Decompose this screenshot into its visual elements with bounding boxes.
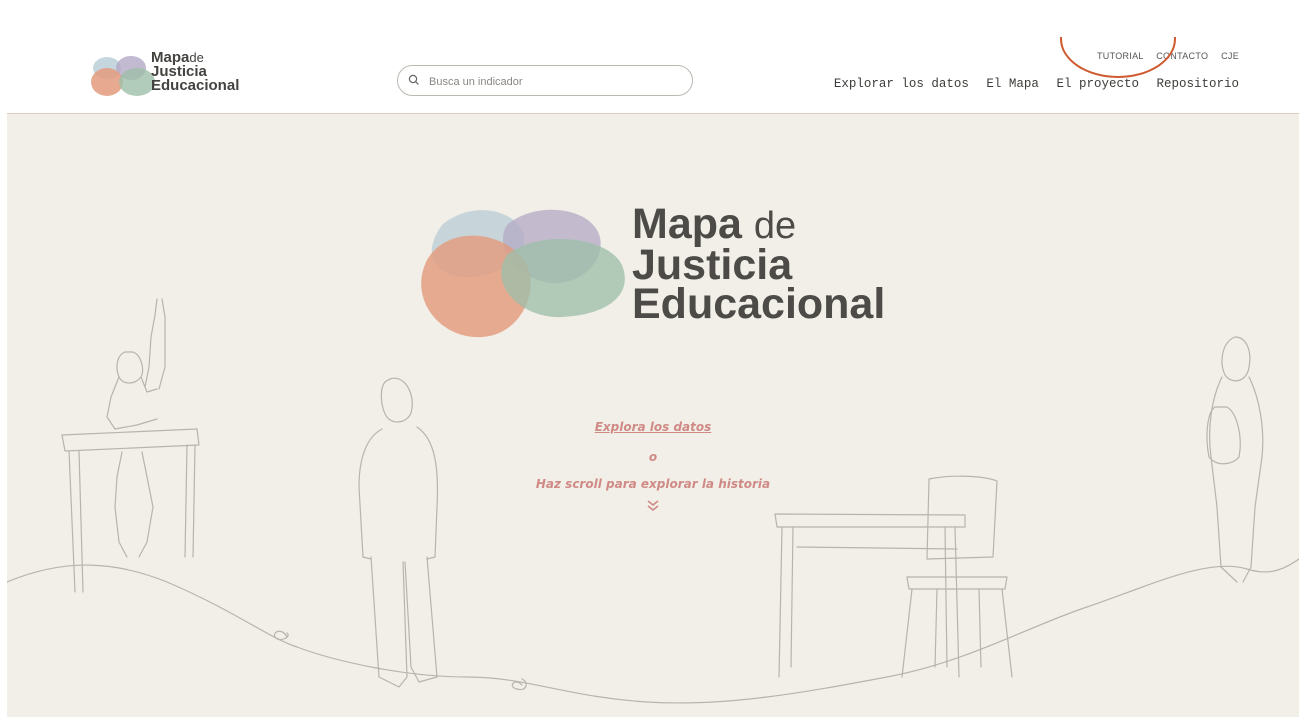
cta-scroll-text: Haz scroll para explorar la historia: [535, 477, 771, 491]
nav-repositorio[interactable]: Repositorio: [1156, 77, 1239, 91]
nav-el-proyecto[interactable]: El proyecto: [1056, 77, 1139, 91]
cta-or-text: o: [648, 450, 658, 464]
search-icon: [408, 74, 419, 85]
site-header: Mapade Justicia Educacional TUTORIAL CON…: [7, 37, 1299, 114]
illustration-scene: [7, 298, 1299, 704]
nav-el-mapa[interactable]: El Mapa: [986, 77, 1039, 91]
link-contacto[interactable]: CONTACTO: [1156, 51, 1208, 61]
site-logo[interactable]: Mapade Justicia Educacional: [89, 50, 289, 102]
nav-explorar-datos[interactable]: Explorar los datos: [834, 77, 969, 91]
logo-line3: Educacional: [151, 77, 240, 94]
hero-title-line3: Educacional: [632, 280, 886, 328]
cta-explore-link[interactable]: Explora los datos: [7, 420, 1299, 434]
hero-logo: Mapa de Justicia Educacional: [412, 203, 932, 345]
search-input[interactable]: [427, 71, 681, 93]
hero-blobs-icon: [421, 209, 625, 338]
utility-links: TUTORIAL CONTACTO CJE: [1087, 51, 1239, 61]
link-tutorial[interactable]: TUTORIAL: [1097, 51, 1143, 61]
link-cje[interactable]: CJE: [1221, 51, 1239, 61]
hero-title: Mapa de Justicia Educacional: [632, 203, 886, 328]
main-nav: Explorar los datos El Mapa El proyecto R…: [824, 77, 1239, 91]
page: Mapade Justicia Educacional TUTORIAL CON…: [7, 37, 1299, 717]
site-logo-text: Mapade Justicia Educacional: [151, 50, 240, 94]
search-box[interactable]: [397, 65, 693, 96]
logo-blobs-icon: [91, 56, 155, 96]
double-chevron-down-icon[interactable]: [7, 499, 1299, 517]
